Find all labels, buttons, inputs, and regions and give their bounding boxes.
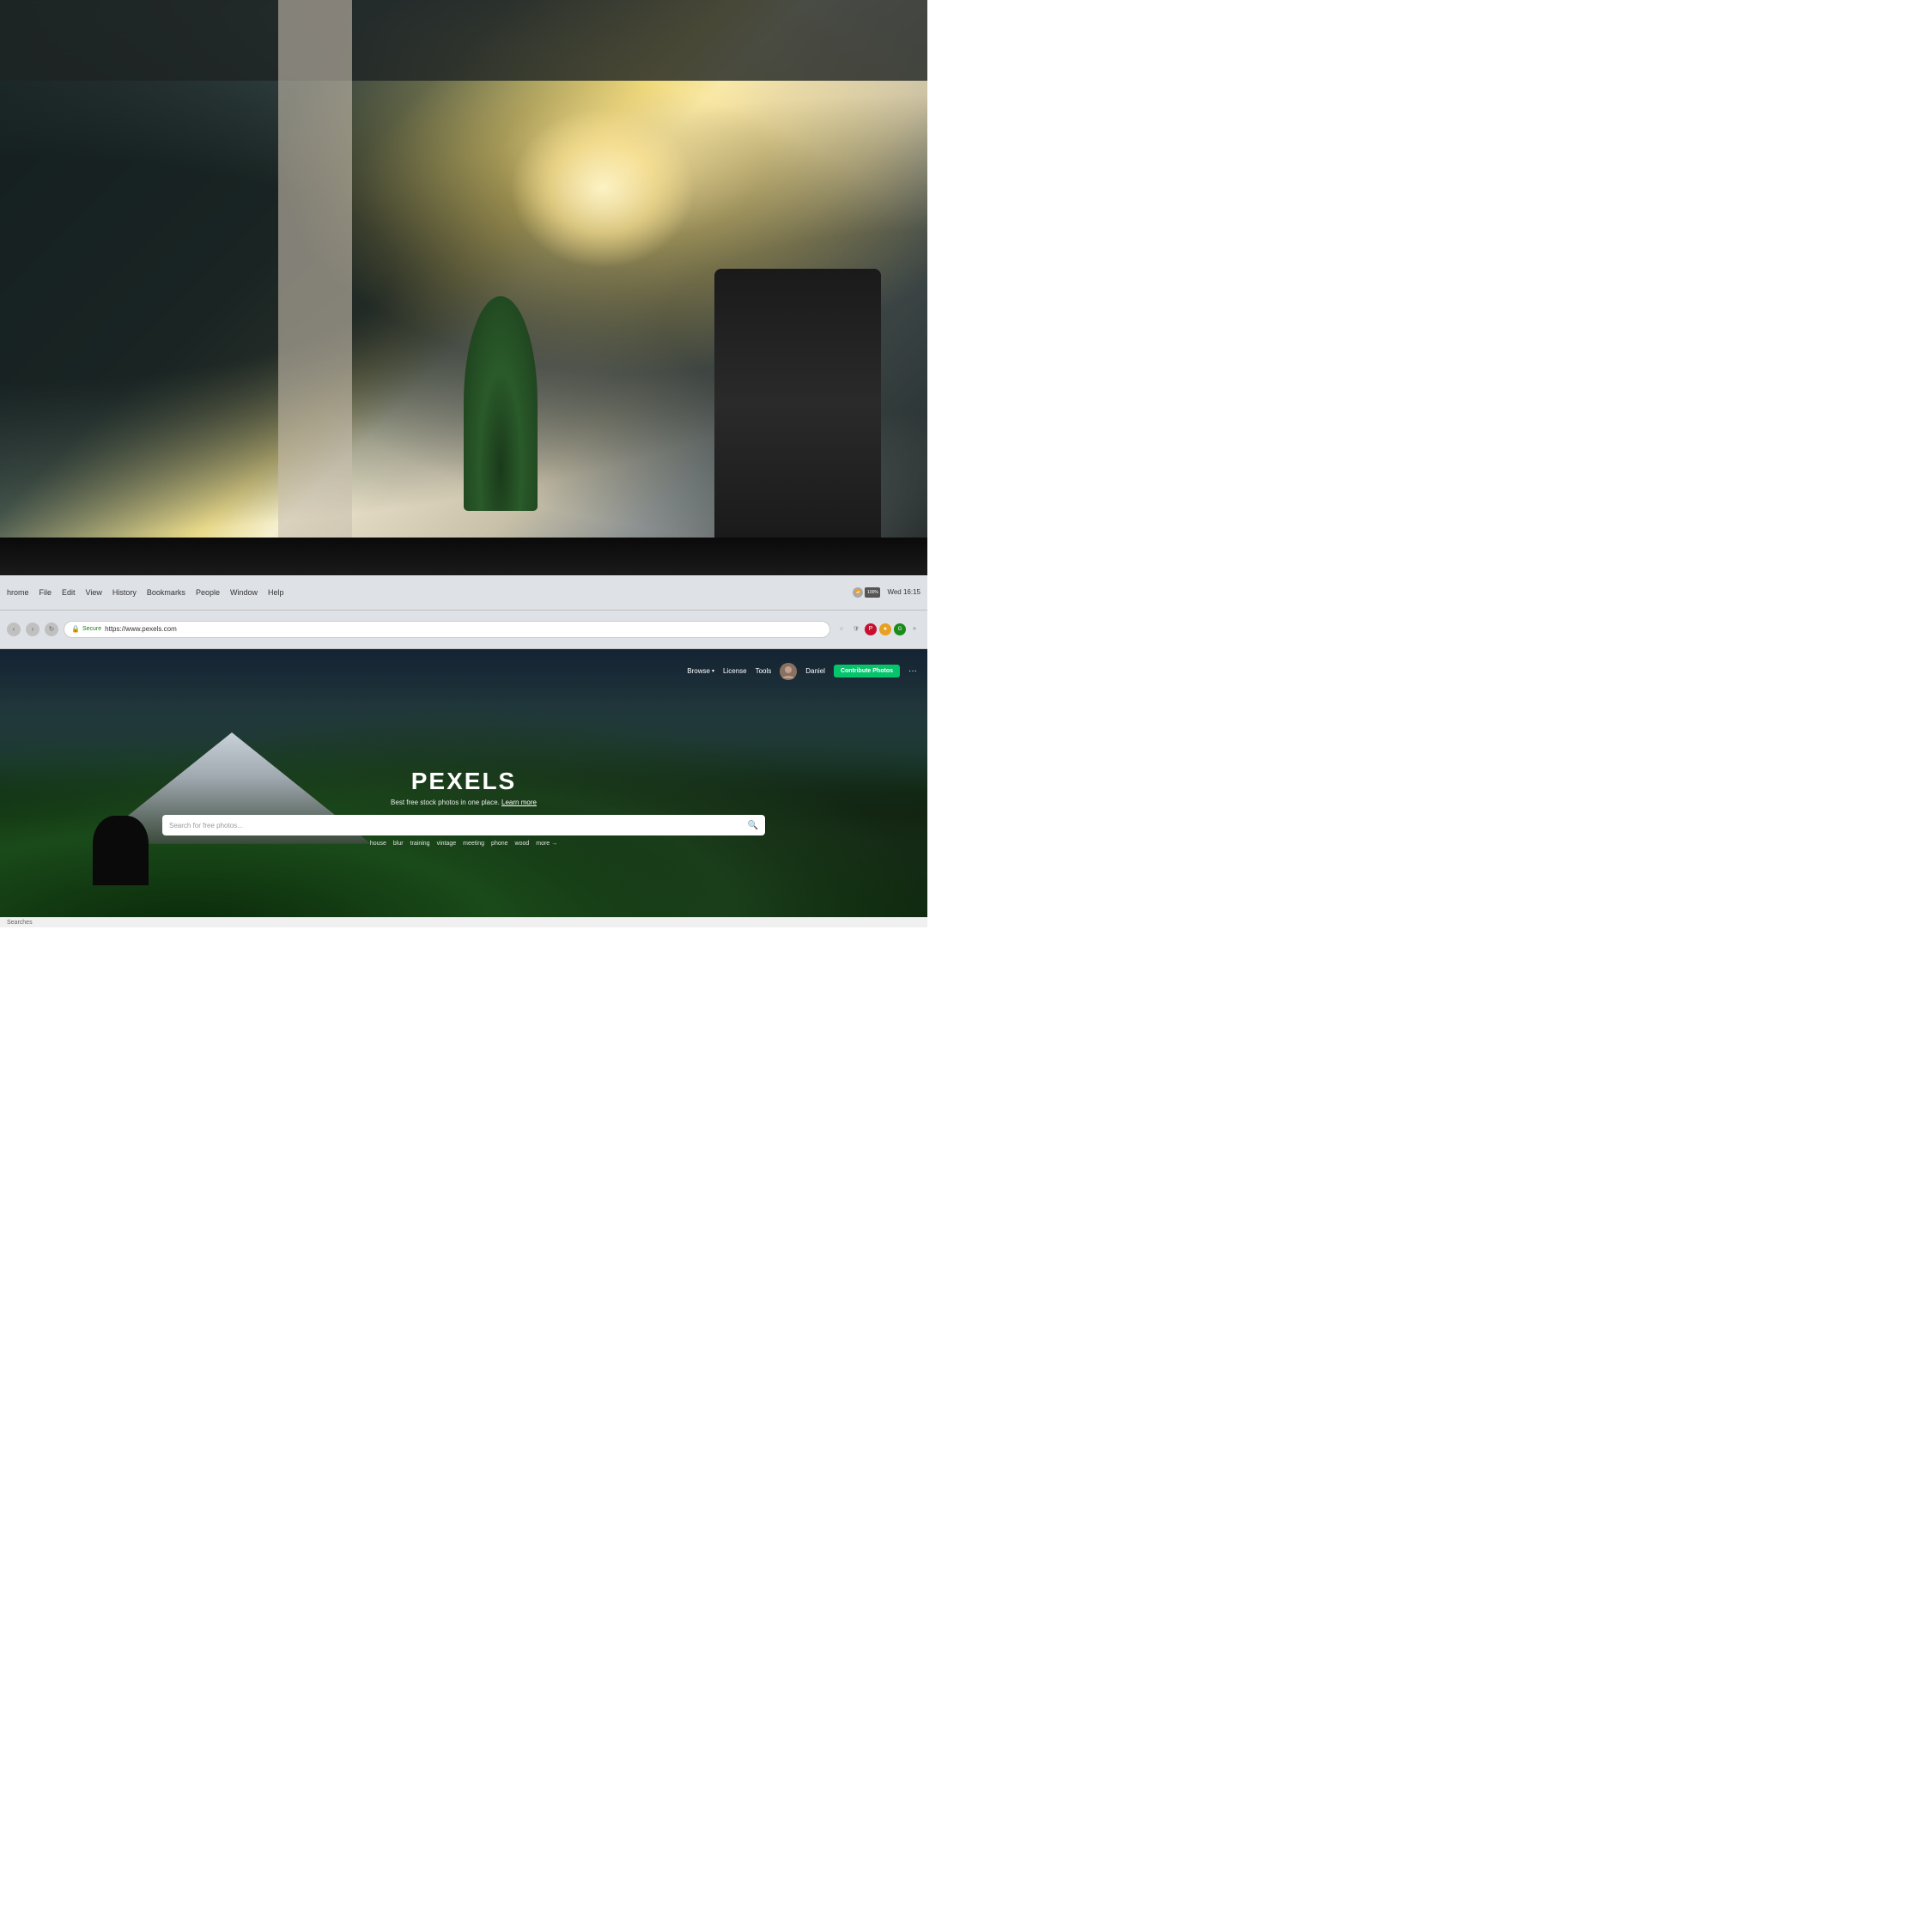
battery-icon: 100% <box>865 587 880 598</box>
learn-more-link[interactable]: Learn more <box>501 799 537 806</box>
chrome-status-bar: 📶 100% Wed 16:15 <box>853 587 920 598</box>
secure-icon: 🔒 <box>71 625 80 633</box>
chrome-menu-item-edit[interactable]: Edit <box>62 588 76 597</box>
clock-display: Wed 16:15 <box>887 588 920 596</box>
screen-area: hrome File Edit View History Bookmarks P… <box>0 575 927 927</box>
secure-label: Secure <box>82 626 101 632</box>
chair <box>714 269 881 538</box>
address-icons: ☆ 🛡 P ★ G ✕ <box>835 623 920 635</box>
tools-nav-item[interactable]: Tools <box>756 667 772 675</box>
chrome-menu-item-view[interactable]: View <box>86 588 102 597</box>
chrome-menu-item-hrome[interactable]: hrome <box>7 588 29 597</box>
window-glow <box>510 107 696 269</box>
star-icon[interactable]: ☆ <box>835 623 848 635</box>
chrome-menu-item-people[interactable]: People <box>196 588 220 597</box>
browse-chevron-icon: ▾ <box>712 668 714 674</box>
forward-button[interactable]: › <box>26 623 39 636</box>
background-photo <box>0 0 927 538</box>
search-tag-blur[interactable]: blur <box>393 841 404 847</box>
refresh-button[interactable]: ↻ <box>45 623 58 636</box>
back-button[interactable]: ‹ <box>7 623 21 636</box>
search-container: Search for free photos... 🔍 <box>162 815 765 835</box>
chrome-menu-item-history[interactable]: History <box>112 588 137 597</box>
search-tag-meeting[interactable]: meeting <box>463 841 484 847</box>
license-nav-item[interactable]: License <box>723 667 747 675</box>
pexels-website: Browse ▾ License Tools Daniel Contribute… <box>0 649 927 927</box>
search-tag-training[interactable]: training <box>410 841 430 847</box>
chrome-menu: hrome File Edit View History Bookmarks P… <box>7 588 284 597</box>
wifi-icon: 📶 <box>853 587 863 598</box>
address-bar[interactable]: 🔒 Secure https://www.pexels.com <box>64 621 830 638</box>
monitor-bezel <box>0 538 927 574</box>
chrome-menu-item-file[interactable]: File <box>39 588 52 597</box>
pexels-logo: PEXELS <box>411 768 516 795</box>
user-name-label[interactable]: Daniel <box>805 667 825 675</box>
more-options-button[interactable]: ··· <box>908 666 917 676</box>
browse-label: Browse <box>687 667 710 675</box>
ceiling-dark <box>0 0 927 81</box>
ceiling-beam <box>278 0 352 538</box>
hero-tagline: Best free stock photos in one place. Lea… <box>391 799 537 806</box>
pinterest-icon[interactable]: P <box>865 623 877 635</box>
search-tag-more[interactable]: more → <box>536 841 557 847</box>
tagline-text: Best free stock photos in one place. <box>391 799 500 806</box>
url-display: https://www.pexels.com <box>105 625 177 633</box>
user-avatar[interactable] <box>780 663 797 680</box>
chrome-menu-item-bookmarks[interactable]: Bookmarks <box>147 588 185 597</box>
contribute-photos-button[interactable]: Contribute Photos <box>834 665 900 677</box>
search-icon[interactable]: 🔍 <box>748 821 758 830</box>
ext-icon-1[interactable]: ★ <box>879 623 891 635</box>
search-tag-vintage[interactable]: vintage <box>437 841 457 847</box>
browse-nav-item[interactable]: Browse ▾ <box>687 667 714 675</box>
search-placeholder-text: Search for free photos... <box>169 822 748 829</box>
shield-icon[interactable]: 🛡 <box>850 623 862 635</box>
search-tag-house[interactable]: house <box>370 841 386 847</box>
status-text: Searches <box>7 920 33 926</box>
chrome-menu-item-window[interactable]: Window <box>230 588 258 597</box>
address-bar-row: ‹ › ↻ 🔒 Secure https://www.pexels.com ☆ … <box>0 611 927 649</box>
search-tags: house blur training vintage meeting phon… <box>370 841 557 847</box>
chrome-menu-bar: hrome File Edit View History Bookmarks P… <box>0 575 927 611</box>
search-tag-wood[interactable]: wood <box>515 841 530 847</box>
toolbar-icons: 📶 100% <box>853 587 880 598</box>
plant <box>464 296 538 512</box>
search-bar[interactable]: Search for free photos... 🔍 <box>162 815 765 835</box>
search-tag-phone[interactable]: phone <box>491 841 507 847</box>
hero-content: PEXELS Best free stock photos in one pla… <box>0 694 927 847</box>
pexels-navbar: Browse ▾ License Tools Daniel Contribute… <box>0 649 927 694</box>
status-bar: Searches <box>0 917 927 927</box>
ext-icon-2[interactable]: G <box>894 623 906 635</box>
chrome-menu-item-help[interactable]: Help <box>268 588 284 597</box>
close-tab-icon[interactable]: ✕ <box>908 623 920 635</box>
